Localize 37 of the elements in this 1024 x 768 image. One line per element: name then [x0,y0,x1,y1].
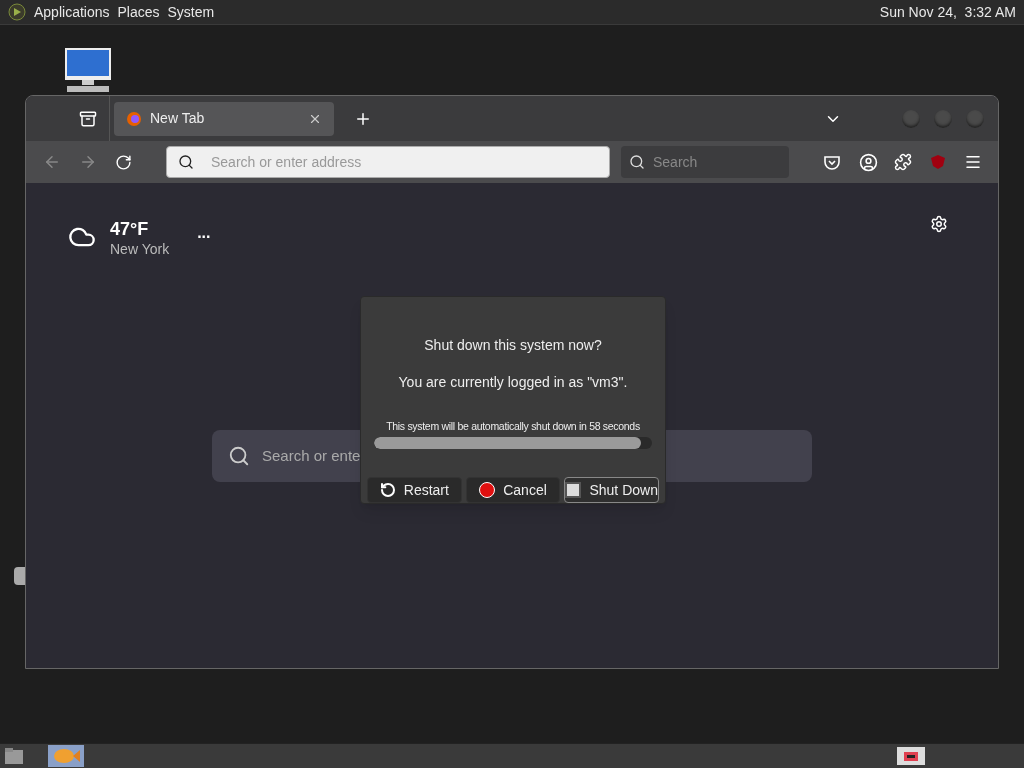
computer-icon[interactable] [63,46,113,94]
dialog-button[interactable]: Shut Down [564,477,659,503]
countdown-text: This system will be automatically shut down in 58 seconds [386,419,640,434]
settings-icon[interactable] [930,215,948,233]
panel-menu[interactable]: Places [117,1,160,23]
folder-icon[interactable] [4,747,24,765]
panel-menu[interactable]: Applications [34,1,110,23]
search-field[interactable]: Search [621,146,789,178]
reload-icon[interactable] [115,153,132,171]
extensions-icon[interactable] [894,153,912,171]
search-icon [178,154,194,170]
menu-icon[interactable] [964,153,982,171]
back-icon[interactable] [43,153,61,171]
pocket-icon[interactable] [823,153,841,171]
search-icon [228,445,250,467]
restart-icon [379,482,396,498]
tab-title: New Tab [150,109,206,128]
stop-icon [479,482,496,498]
address-field[interactable]: Search or enter address [166,146,610,178]
tray-icon[interactable] [896,746,926,766]
dialog-title: Shut down this system now? [424,336,602,355]
weather-menu-button[interactable]: ... [197,221,211,245]
search-icon [629,154,645,170]
weather-city: New York [110,240,170,259]
logo-icon [8,3,26,21]
fish-icon [51,747,81,765]
panel-clock[interactable]: Sun Nov 24, 3:32 AM [879,1,1016,23]
forward-icon[interactable] [79,153,97,171]
dialog-message: You are currently logged in as "vm3". [398,373,628,392]
weather-temperature: 47°F [110,219,150,239]
browser-logo-icon [126,110,142,127]
dialog-button[interactable]: Cancel [465,477,561,503]
browser-tab[interactable]: New Tab [114,101,334,136]
side-handle[interactable] [14,567,26,585]
dialog-button[interactable]: Restart [367,477,462,503]
account-icon[interactable] [859,152,878,172]
panel-menu[interactable]: System [167,1,215,23]
